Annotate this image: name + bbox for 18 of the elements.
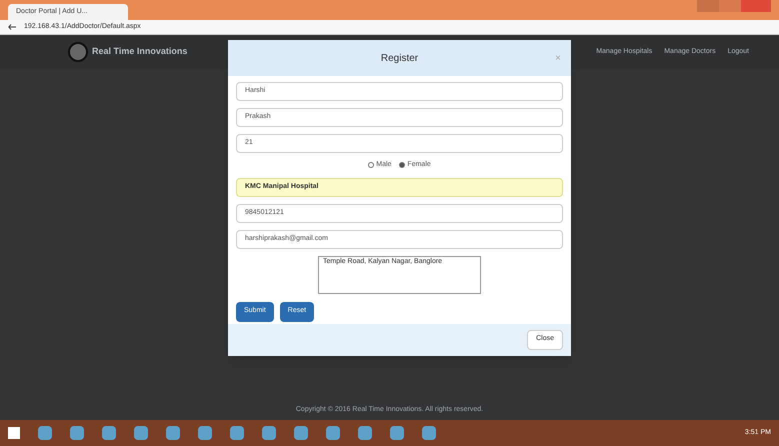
taskbar-app-icon[interactable] <box>166 426 180 440</box>
taskbar-app-icon[interactable] <box>102 426 116 440</box>
taskbar-app-icon[interactable] <box>294 426 308 440</box>
taskbar-app-icon[interactable] <box>198 426 212 440</box>
taskbar-app-icon[interactable] <box>134 426 148 440</box>
logo-icon <box>68 42 88 62</box>
taskbar-app-icon[interactable] <box>422 426 436 440</box>
dialog-title: Register <box>380 52 418 66</box>
brand-name[interactable]: Real Time Innovations <box>92 45 188 59</box>
taskbar-app-icon[interactable] <box>262 426 276 440</box>
taskbar-app-icon[interactable] <box>390 426 404 440</box>
taskbar-app-icon[interactable] <box>230 426 244 440</box>
taskbar-app-icon[interactable] <box>358 426 372 440</box>
taskbar-app-icon[interactable] <box>70 426 84 440</box>
taskbar-app-icon[interactable] <box>38 426 52 440</box>
taskbar-app-icon[interactable] <box>326 426 340 440</box>
start-icon[interactable] <box>8 427 20 439</box>
back-icon[interactable] <box>8 24 16 30</box>
